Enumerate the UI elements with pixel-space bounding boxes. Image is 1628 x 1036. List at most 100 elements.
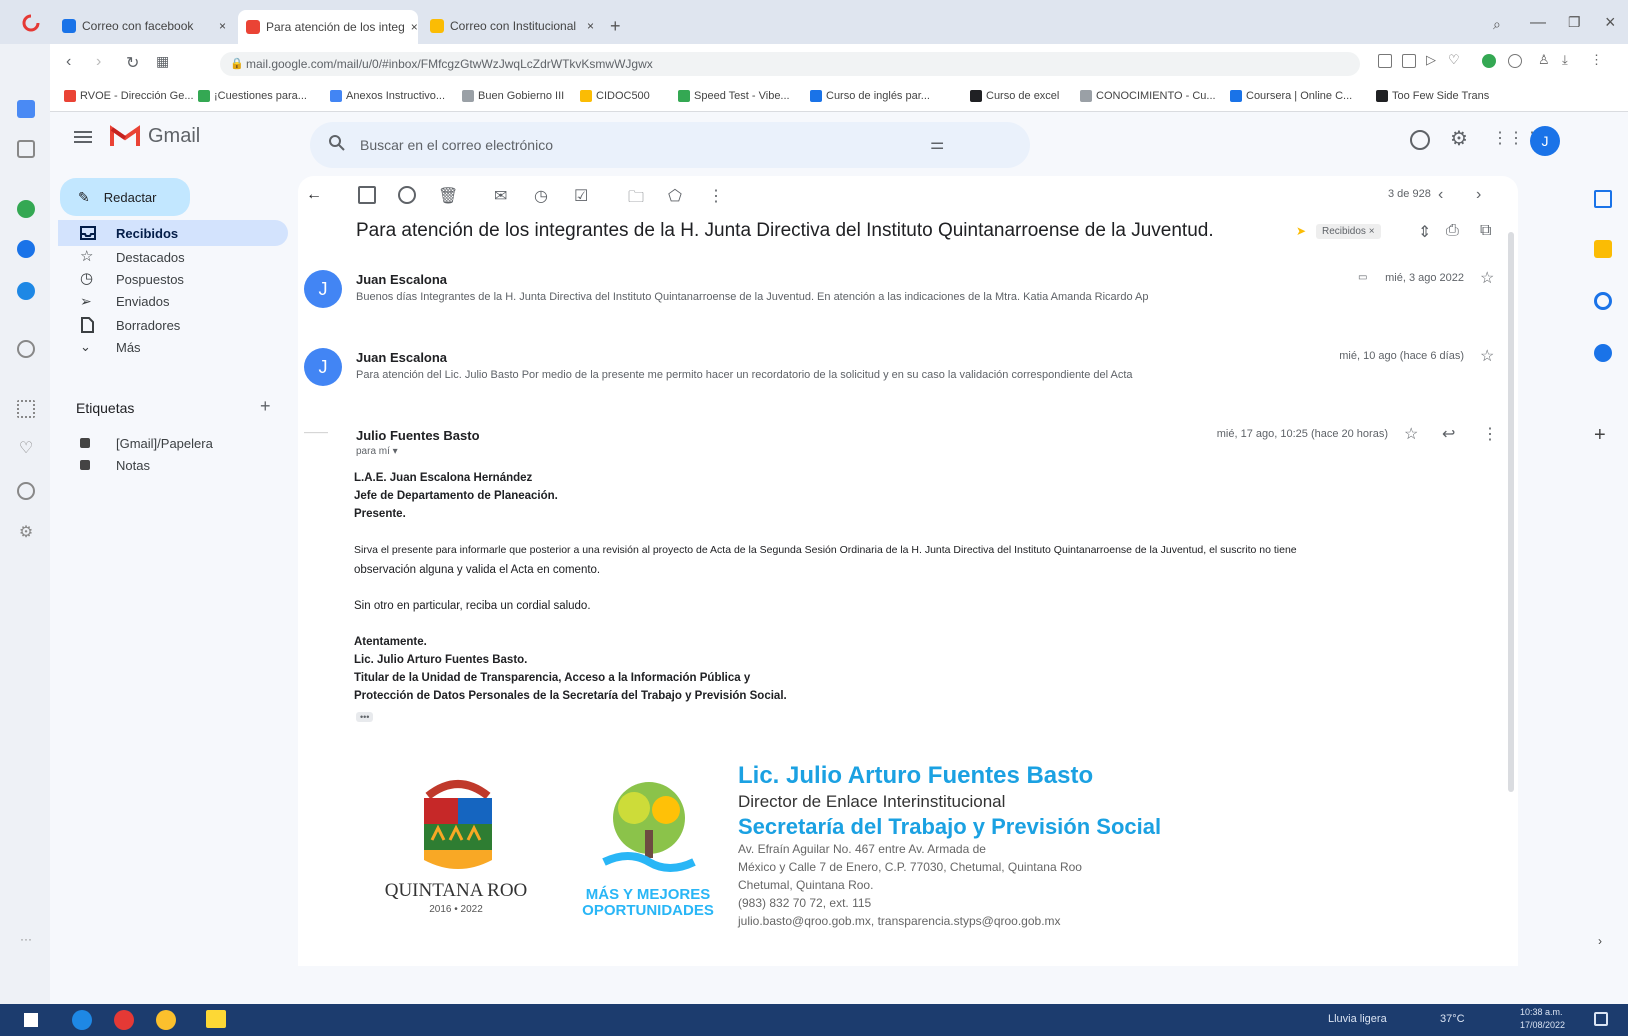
- report-spam-icon[interactable]: [398, 186, 416, 204]
- tab-close-icon[interactable]: ×: [219, 19, 226, 33]
- add-task-icon[interactable]: ☑: [574, 186, 592, 205]
- taskbar-app-icon[interactable]: [72, 1010, 92, 1030]
- more-options-icon[interactable]: ⋮: [1482, 424, 1498, 444]
- browser-menu-icon[interactable]: [22, 14, 40, 32]
- important-marker-icon[interactable]: ➤: [1296, 224, 1306, 238]
- history-icon[interactable]: [17, 482, 35, 500]
- bookmark-item[interactable]: CONOCIMIENTO - Cu...: [1080, 90, 1216, 102]
- bookmark-item[interactable]: CIDOC500: [580, 90, 650, 102]
- recipient-dropdown[interactable]: para mí ▾: [356, 446, 398, 457]
- reply-icon[interactable]: ↩: [1442, 424, 1455, 444]
- more-icon[interactable]: ···: [17, 932, 35, 950]
- get-addons-icon[interactable]: +: [1594, 424, 1606, 447]
- delete-icon[interactable]: 🗑: [438, 186, 458, 205]
- search-options-icon[interactable]: ⚌: [930, 134, 944, 154]
- taskbar-app-icon[interactable]: [206, 1010, 226, 1028]
- star-icon[interactable]: ☆: [1480, 268, 1494, 288]
- print-icon[interactable]: ⎙: [1446, 222, 1459, 240]
- support-icon[interactable]: [1410, 130, 1430, 150]
- star-icon[interactable]: ☆: [1404, 424, 1418, 444]
- mark-unread-icon[interactable]: ✉: [494, 186, 512, 205]
- browser-tab[interactable]: Correo con facebook ×: [54, 12, 234, 40]
- scrollbar[interactable]: [1508, 232, 1514, 792]
- bookmark-item[interactable]: Curso de inglés par...: [810, 90, 930, 102]
- clock-date[interactable]: 17/08/2022: [1520, 1020, 1565, 1030]
- calendar-icon[interactable]: [1594, 190, 1612, 208]
- sidebar-item-more[interactable]: ⌄ Más: [58, 334, 288, 360]
- extension-icon[interactable]: [1402, 54, 1416, 68]
- bookmark-item[interactable]: Speed Test - Vibe...: [678, 90, 790, 102]
- browser-tab-active[interactable]: Para atención de los integ ×: [238, 10, 418, 44]
- collapsed-message[interactable]: J Juan Escalona Para atención del Lic. J…: [298, 342, 1518, 408]
- main-menu-icon[interactable]: [74, 130, 92, 144]
- extension-icon[interactable]: [1508, 54, 1522, 68]
- reload-icon[interactable]: ↻: [126, 53, 139, 73]
- bookmark-item[interactable]: Too Few Side Trans: [1376, 90, 1489, 102]
- bookmark-item[interactable]: Anexos Instructivo...: [330, 90, 445, 102]
- window-minimize-button[interactable]: —: [1530, 14, 1546, 32]
- search-icon[interactable]: [328, 134, 346, 152]
- window-close-button[interactable]: ×: [1605, 12, 1616, 33]
- heart-icon[interactable]: ♡: [17, 440, 35, 458]
- bookmark-item[interactable]: ¡Cuestiones para...: [198, 90, 307, 102]
- expand-all-icon[interactable]: ⇕: [1418, 222, 1431, 242]
- bookmark-item[interactable]: Buen Gobierno III: [462, 90, 564, 102]
- bookmark-item[interactable]: RVOE - Dirección Ge...: [64, 90, 194, 102]
- back-to-inbox-icon[interactable]: ←: [306, 186, 324, 204]
- window-restore-button[interactable]: ❐: [1568, 14, 1581, 31]
- snooze-icon[interactable]: ◷: [534, 186, 552, 205]
- clock-time[interactable]: 10:38 a.m.: [1520, 1007, 1563, 1017]
- contacts-icon[interactable]: [1594, 344, 1612, 362]
- taskbar-app-icon[interactable]: [156, 1010, 176, 1030]
- taskbar-app-icon[interactable]: [114, 1010, 134, 1030]
- search-input[interactable]: Buscar en el correo electrónico ⚌: [310, 122, 1030, 168]
- forward-icon[interactable]: ›: [96, 53, 101, 71]
- open-new-window-icon[interactable]: ⧉: [1480, 222, 1491, 240]
- home-icon[interactable]: [17, 140, 35, 158]
- heart-icon[interactable]: ♡: [1448, 52, 1460, 68]
- gmail-logo[interactable]: Gmail: [110, 124, 200, 148]
- profile-icon[interactable]: ♙: [1538, 52, 1550, 68]
- url-field[interactable]: 🔒 mail.google.com/mail/u/0/#inbox/FMfcgz…: [220, 52, 1360, 76]
- back-icon[interactable]: ‹: [66, 53, 71, 71]
- weather-text[interactable]: Lluvia ligera: [1328, 1013, 1387, 1025]
- sidebar-app-icon[interactable]: [17, 100, 35, 118]
- download-icon[interactable]: ⤓: [1562, 52, 1568, 68]
- add-label-button[interactable]: +: [260, 396, 271, 417]
- sidebar-app-icon[interactable]: [17, 200, 35, 218]
- newer-icon[interactable]: ‹: [1438, 186, 1456, 204]
- sidebar-app-icon[interactable]: [17, 340, 35, 358]
- bookmark-item[interactable]: Coursera | Online C...: [1230, 90, 1352, 102]
- inbox-badge[interactable]: Recibidos ×: [1316, 224, 1381, 239]
- tab-close-icon[interactable]: ×: [587, 19, 594, 33]
- label-as-icon[interactable]: ⬠: [668, 186, 686, 205]
- grid-icon[interactable]: [17, 400, 35, 418]
- star-icon[interactable]: ☆: [1480, 346, 1494, 366]
- show-side-panel-icon[interactable]: ›: [1598, 934, 1602, 948]
- older-icon[interactable]: ›: [1476, 186, 1494, 204]
- extension-green-icon[interactable]: [1482, 54, 1496, 68]
- signature-emails[interactable]: julio.basto@qroo.gob.mx, transparencia.s…: [738, 914, 1258, 928]
- play-icon[interactable]: ▷: [1426, 52, 1436, 68]
- sidebar-label-item[interactable]: Notas: [58, 452, 288, 478]
- notifications-icon[interactable]: [1594, 1012, 1608, 1026]
- new-tab-button[interactable]: +: [610, 16, 621, 37]
- sidebar-app-icon[interactable]: [17, 282, 35, 300]
- browser-tab[interactable]: Correo con Institucional ×: [422, 12, 602, 40]
- collapsed-message[interactable]: J Juan Escalona Buenos días Integrantes …: [298, 264, 1518, 330]
- apps-grid-icon[interactable]: ▦: [156, 53, 169, 70]
- extension-icon[interactable]: [1378, 54, 1392, 68]
- settings-icon[interactable]: ⚙: [1450, 126, 1468, 151]
- compose-button[interactable]: ✎ Redactar: [60, 178, 190, 216]
- window-search-icon[interactable]: ⌕: [1493, 16, 1501, 33]
- keep-icon[interactable]: [1594, 240, 1612, 258]
- account-avatar[interactable]: J: [1530, 126, 1560, 156]
- start-icon[interactable]: [24, 1013, 38, 1027]
- sidebar-app-icon[interactable]: [17, 240, 35, 258]
- archive-icon[interactable]: [358, 186, 376, 204]
- move-to-icon[interactable]: 🗀: [628, 186, 646, 206]
- tasks-icon[interactable]: [1594, 292, 1612, 310]
- more-options-icon[interactable]: ⋮: [708, 186, 726, 205]
- tab-close-icon[interactable]: ×: [411, 20, 418, 34]
- settings-icon[interactable]: ⚙: [17, 524, 35, 542]
